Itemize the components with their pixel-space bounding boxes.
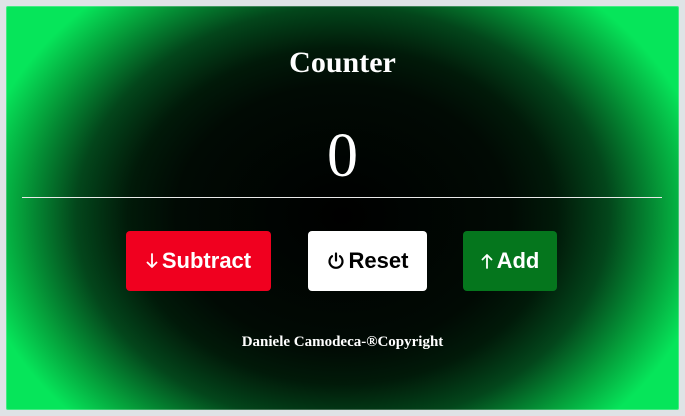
power-icon <box>327 252 345 270</box>
arrow-up-icon <box>481 253 493 269</box>
divider <box>22 197 662 198</box>
reset-button-label: Reset <box>348 248 409 273</box>
add-button[interactable]: Add <box>463 231 557 291</box>
window-frame: Counter 0 Subtract Reset Add Daniele Cam… <box>0 0 685 416</box>
counter-panel: Counter 0 Subtract Reset Add Daniele Cam… <box>6 6 679 410</box>
copyright-footer: Daniele Camodeca-®Copyright <box>241 334 444 350</box>
arrow-down-icon <box>146 253 158 269</box>
add-button-label: Add <box>496 248 540 273</box>
page-title: Counter <box>289 46 396 79</box>
reset-button[interactable]: Reset <box>308 231 427 291</box>
subtract-button[interactable]: Subtract <box>126 231 271 291</box>
subtract-button-label: Subtract <box>161 248 252 273</box>
counter-value: 0 <box>327 122 358 190</box>
